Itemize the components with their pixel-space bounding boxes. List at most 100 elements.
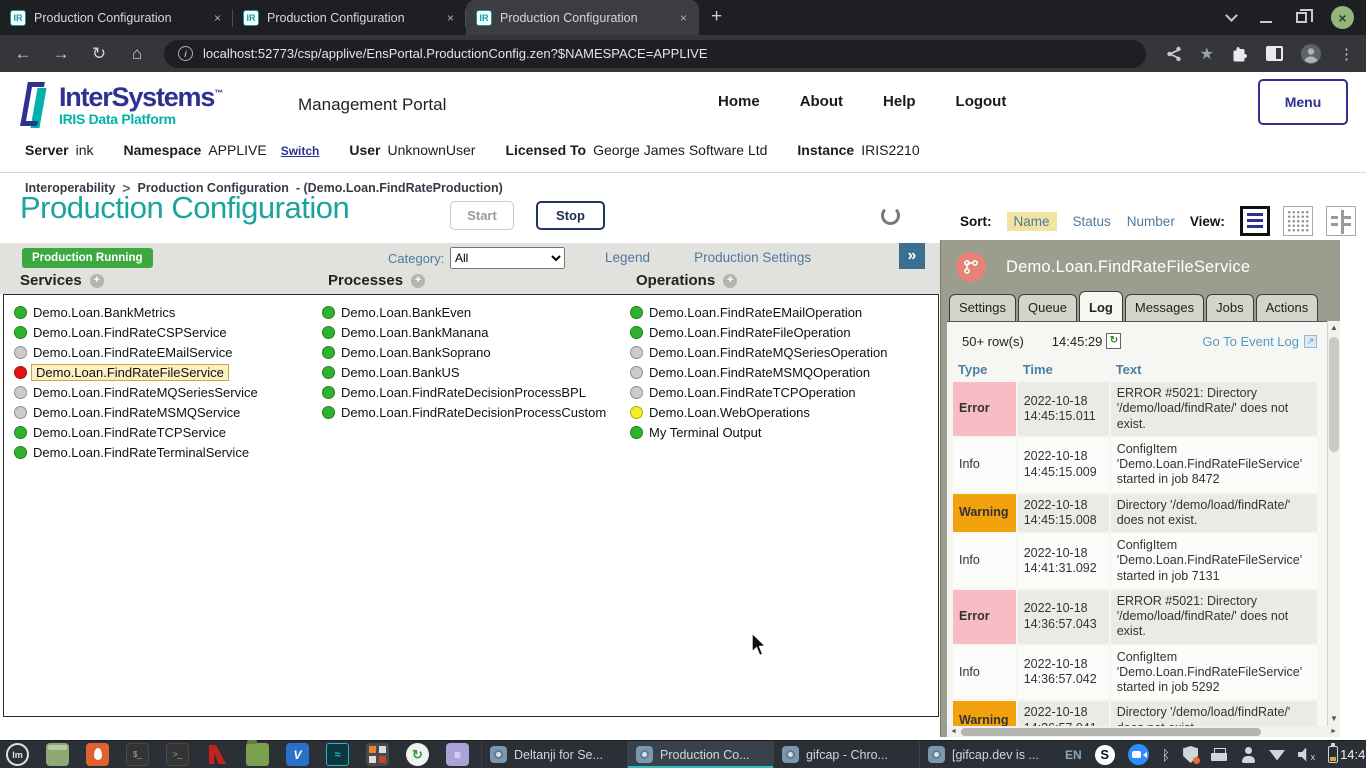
config-item[interactable]: Demo.Loan.FindRateDecisionProcessBPL xyxy=(322,382,630,402)
scroll-right-icon[interactable]: ► xyxy=(1330,728,1337,735)
keyboard-EN-icon[interactable]: EN xyxy=(1065,748,1082,762)
share-icon[interactable] xyxy=(1166,46,1182,62)
volume-muted-icon[interactable] xyxy=(1298,748,1315,762)
vertical-scroll-thumb[interactable] xyxy=(1329,337,1339,452)
view-grid-icon[interactable] xyxy=(1283,206,1313,236)
config-item[interactable]: My Terminal Output xyxy=(630,422,938,442)
link-legend[interactable]: Legend xyxy=(605,250,650,265)
config-item[interactable]: Demo.Loan.FindRateFileOperation xyxy=(630,322,938,342)
config-item[interactable]: Demo.Loan.FindRateFileService xyxy=(14,362,322,382)
browser-tab[interactable]: IRProduction Configuration× xyxy=(233,1,466,35)
wave-app-icon[interactable]: ≈ xyxy=(326,743,349,766)
config-item[interactable]: Demo.Loan.BankMetrics xyxy=(14,302,322,322)
config-item[interactable]: Demo.Loan.FindRateTCPService xyxy=(14,422,322,442)
forward-icon[interactable]: → xyxy=(50,44,72,64)
files-icon[interactable] xyxy=(46,743,69,766)
scroll-left-icon[interactable]: ◄ xyxy=(950,728,957,735)
refresh-log-icon[interactable]: ↻ xyxy=(1106,333,1121,349)
vscode-icon[interactable]: V xyxy=(286,743,309,766)
tab-close-icon[interactable]: × xyxy=(678,11,689,25)
tab-close-icon[interactable]: × xyxy=(212,11,223,25)
nav-link-logout[interactable]: Logout xyxy=(956,93,1007,110)
config-item[interactable]: Demo.Loan.FindRateMQSeriesService xyxy=(14,382,322,402)
printer-icon[interactable] xyxy=(1211,748,1227,761)
config-item[interactable]: Demo.Loan.FindRateDecisionProcessCustom xyxy=(322,402,630,422)
side-panel-icon[interactable] xyxy=(1266,46,1283,61)
config-item[interactable]: Demo.Loan.WebOperations xyxy=(630,402,938,422)
config-item[interactable]: Demo.Loan.FindRateMSMQService xyxy=(14,402,322,422)
bluetooth-icon[interactable]: ᛒ xyxy=(1162,747,1170,763)
config-item[interactable]: Demo.Loan.FindRateMSMQOperation xyxy=(630,362,938,382)
horizontal-scroll-thumb[interactable] xyxy=(961,728,1261,736)
stop-button[interactable]: Stop xyxy=(536,201,605,230)
new-tab-button[interactable]: + xyxy=(711,6,722,28)
config-item[interactable]: Demo.Loan.BankEven xyxy=(322,302,630,322)
url-bar[interactable]: i localhost:52773/csp/applive/EnsPortal.… xyxy=(164,40,1146,68)
switch-link[interactable]: Switch xyxy=(281,144,320,158)
go-to-event-log-link[interactable]: Go To Event Log ↗ xyxy=(1202,334,1317,349)
config-item[interactable]: Demo.Loan.FindRateTCPOperation xyxy=(630,382,938,402)
sort-option-status[interactable]: Status xyxy=(1073,214,1111,229)
tab-messages[interactable]: Messages xyxy=(1125,294,1204,321)
tab-log[interactable]: Log xyxy=(1079,291,1123,321)
terminal-alt-icon[interactable]: >_ xyxy=(166,743,189,766)
tab-jobs[interactable]: Jobs xyxy=(1206,294,1253,321)
nav-link-home[interactable]: Home xyxy=(718,93,760,110)
red-app-icon[interactable] xyxy=(206,743,229,766)
config-item[interactable]: Demo.Loan.FindRateEMailOperation xyxy=(630,302,938,322)
config-item[interactable]: Demo.Loan.FindRateCSPService xyxy=(14,322,322,342)
category-select[interactable]: All xyxy=(450,247,565,269)
close-window-icon[interactable]: × xyxy=(1331,6,1354,29)
config-item[interactable]: Demo.Loan.FindRateMQSeriesOperation xyxy=(630,342,938,362)
sort-option-name[interactable]: Name xyxy=(1007,212,1057,231)
restore-icon[interactable] xyxy=(1296,12,1307,23)
tab-actions[interactable]: Actions xyxy=(1256,294,1319,321)
taskbar-window-button[interactable]: [gifcap.dev is ... xyxy=(919,741,1065,768)
scroll-down-icon[interactable]: ▼ xyxy=(1328,712,1340,726)
nav-link-help[interactable]: Help xyxy=(883,93,916,110)
taskbar-window-button[interactable]: gifcap - Chro... xyxy=(773,741,919,768)
home-icon[interactable]: ⌂ xyxy=(126,44,148,64)
notes-app-icon[interactable]: ≡ xyxy=(446,743,469,766)
back-icon[interactable]: ← xyxy=(12,44,34,64)
panel-vertical-scrollbar[interactable]: ▲ ▼ xyxy=(1327,321,1340,726)
config-item[interactable]: Demo.Loan.BankManana xyxy=(322,322,630,342)
clock-app-icon[interactable]: ↻ xyxy=(406,743,429,766)
battery-icon[interactable] xyxy=(1328,746,1338,763)
scroll-up-icon[interactable]: ▲ xyxy=(1328,321,1340,335)
bookmark-star-icon[interactable]: ★ xyxy=(1200,44,1214,64)
terminal-icon[interactable]: $_ xyxy=(126,743,149,766)
skype-icon[interactable]: S xyxy=(1095,745,1115,765)
auto-refresh-spinner-icon[interactable] xyxy=(881,206,900,225)
reload-icon[interactable]: ↻ xyxy=(88,44,110,64)
site-info-icon[interactable]: i xyxy=(178,46,193,61)
config-item[interactable]: Demo.Loan.BankSoprano xyxy=(322,342,630,362)
nav-link-about[interactable]: About xyxy=(800,93,843,110)
browser-menu-kebab-icon[interactable]: ⋮ xyxy=(1339,45,1354,63)
add-services-icon[interactable]: + xyxy=(90,274,104,288)
minimize-icon[interactable] xyxy=(1260,12,1272,23)
sort-option-number[interactable]: Number xyxy=(1127,214,1175,229)
zoom-icon[interactable] xyxy=(1128,744,1149,765)
mint-menu-icon[interactable]: lm xyxy=(6,743,29,766)
flame-app-icon[interactable] xyxy=(86,743,109,766)
tab-settings[interactable]: Settings xyxy=(949,294,1016,321)
folder-green-icon[interactable] xyxy=(246,743,269,766)
panel-horizontal-scrollbar[interactable]: ◄ ► xyxy=(947,726,1340,737)
wifi-icon[interactable] xyxy=(1269,749,1285,761)
add-processes-icon[interactable]: + xyxy=(411,274,425,288)
browser-tab[interactable]: IRProduction Configuration× xyxy=(0,1,233,35)
tab-queue[interactable]: Queue xyxy=(1018,294,1077,321)
menu-button[interactable]: Menu xyxy=(1258,79,1348,125)
link-production-settings[interactable]: Production Settings xyxy=(694,250,811,265)
tab-search-chevron-icon[interactable] xyxy=(1225,9,1238,22)
view-split-icon[interactable] xyxy=(1326,206,1356,236)
expand-panel-button[interactable]: » xyxy=(899,243,925,269)
profile-avatar[interactable] xyxy=(1301,44,1321,64)
start-button[interactable]: Start xyxy=(450,201,514,230)
config-item[interactable]: Demo.Loan.FindRateTerminalService xyxy=(14,442,322,462)
taskbar-window-button[interactable]: Production Co... xyxy=(627,741,773,768)
extensions-puzzle-icon[interactable] xyxy=(1232,46,1248,62)
taskbar-window-button[interactable]: Deltanji for Se... xyxy=(481,741,627,768)
config-item[interactable]: Demo.Loan.BankUS xyxy=(322,362,630,382)
